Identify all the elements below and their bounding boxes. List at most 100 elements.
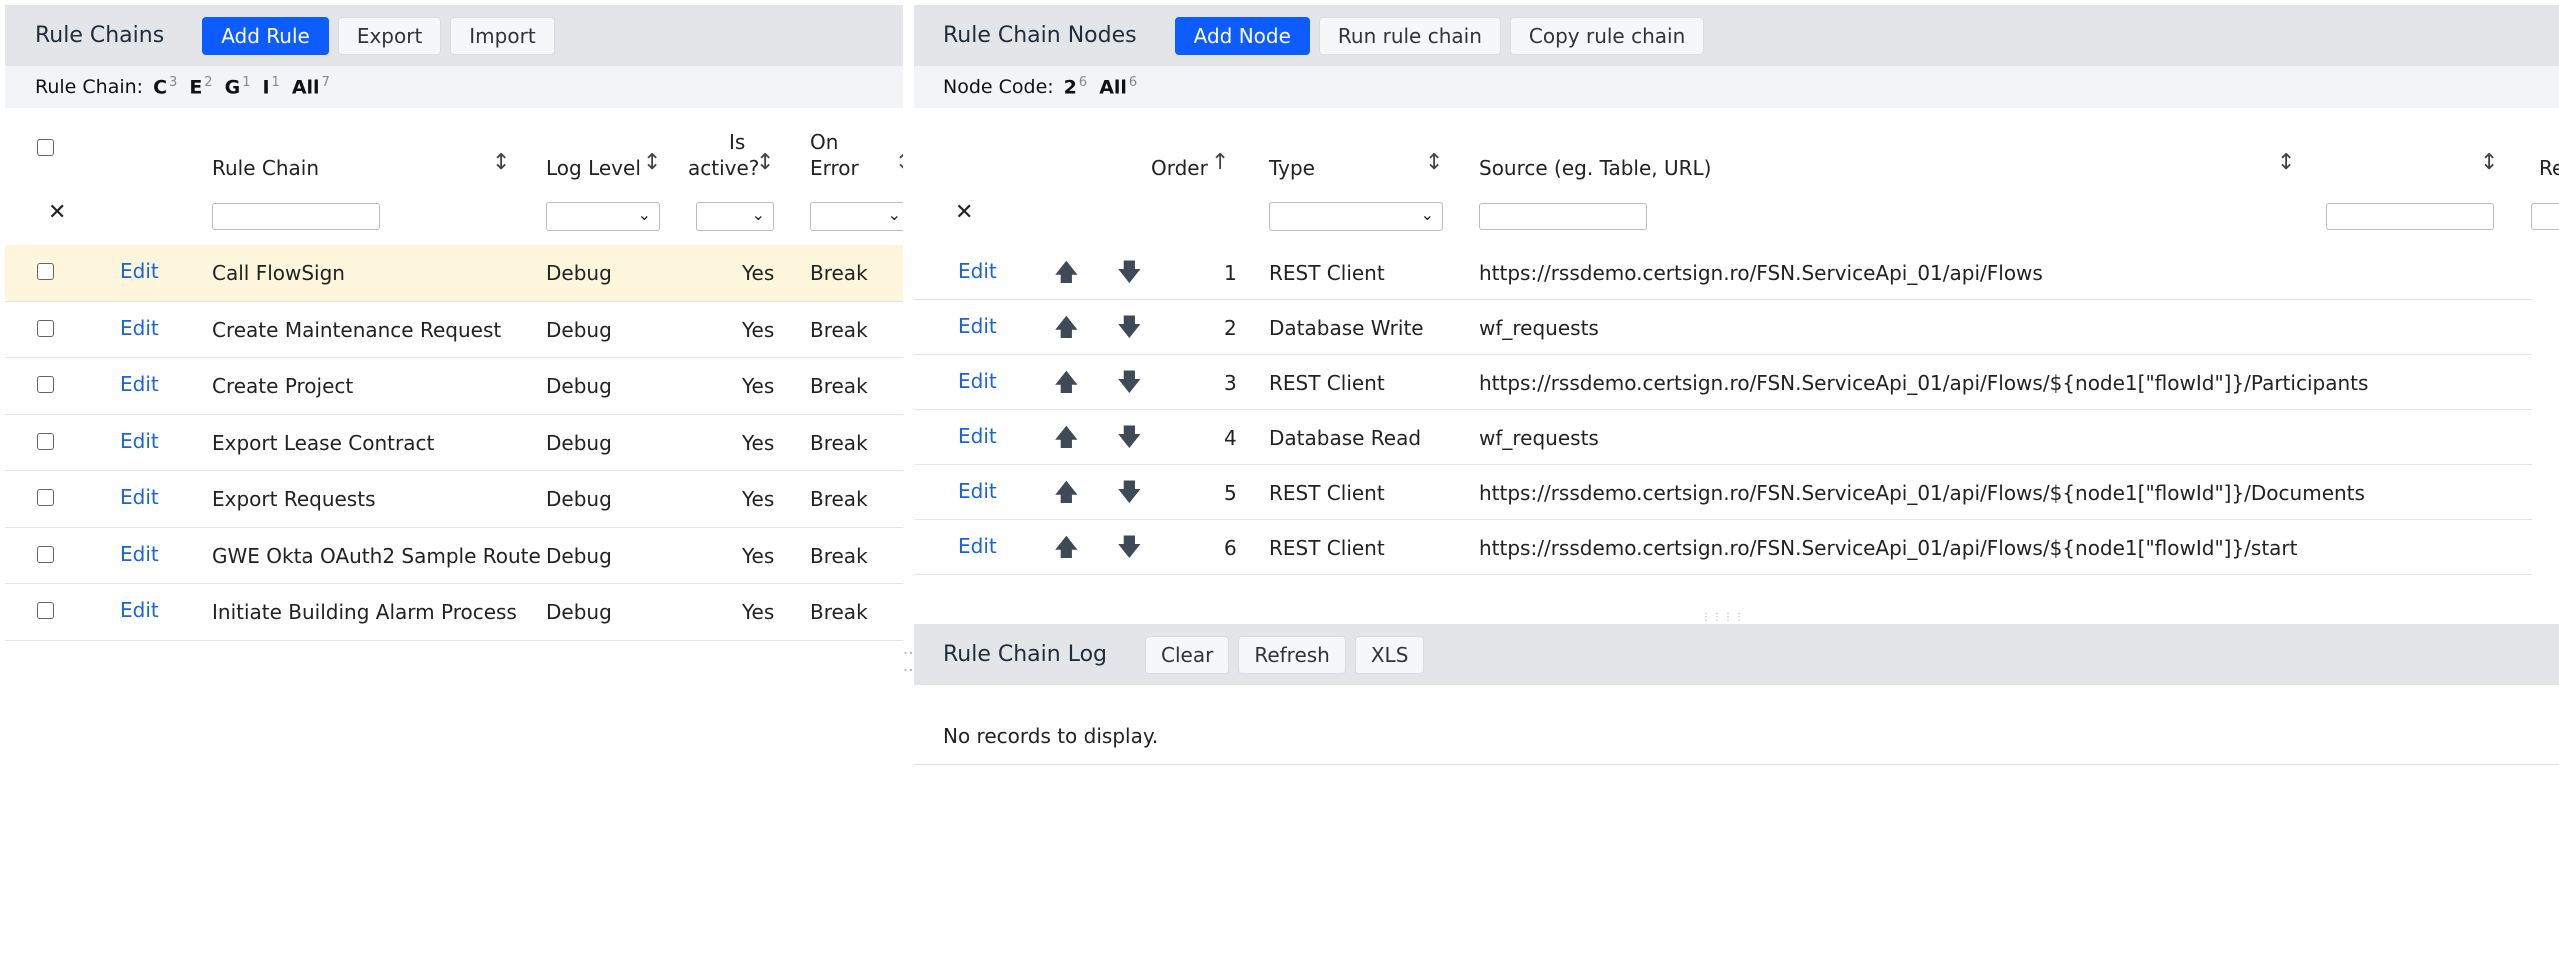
- source-filter-input[interactable]: [1479, 203, 1647, 230]
- move-up-icon[interactable]: 🡅: [1054, 310, 1079, 351]
- col-rule-chain[interactable]: Rule Chain: [212, 156, 319, 180]
- rule-chain-filter-bar: Rule Chain: C3 E2 G1 I1 All 7: [5, 66, 903, 108]
- col-extra[interactable]: Re: [2539, 156, 2559, 180]
- extra-filter-input-2[interactable]: [2531, 203, 2559, 230]
- is-active-value: Yes: [742, 317, 775, 342]
- clear-button[interactable]: Clear: [1145, 635, 1230, 674]
- node-code-filter-bar: Node Code: 26 All 6: [914, 66, 2559, 108]
- copy-rule-chain-button[interactable]: Copy rule chain: [1509, 16, 1705, 55]
- edit-link[interactable]: Edit: [120, 259, 159, 283]
- log-level-value: Debug: [546, 430, 612, 455]
- rule-chain-nodes-panel: Rule Chain Nodes Add Node Run rule chain…: [914, 5, 2559, 950]
- edit-link[interactable]: Edit: [120, 485, 159, 509]
- filter-chip-e[interactable]: E2: [189, 75, 212, 98]
- log-level-value: Debug: [546, 261, 612, 285]
- sort-icon[interactable]: ↕: [643, 150, 661, 175]
- add-rule-button[interactable]: Add Rule: [202, 16, 329, 55]
- rule-chains-toolbar: Rule Chains Add Rule Export Import: [5, 5, 903, 66]
- move-down-icon[interactable]: 🡇: [1117, 365, 1142, 406]
- row-checkbox[interactable]: [37, 489, 54, 506]
- add-node-button[interactable]: Add Node: [1174, 16, 1310, 55]
- sort-icon[interactable]: ↕: [1425, 150, 1443, 175]
- row-checkbox[interactable]: [37, 432, 54, 450]
- sort-icon[interactable]: ↕: [895, 150, 903, 175]
- run-rule-chain-button[interactable]: Run rule chain: [1318, 16, 1501, 55]
- move-down-icon[interactable]: 🡇: [1117, 530, 1142, 571]
- move-up-icon[interactable]: 🡅: [1054, 475, 1079, 516]
- export-button[interactable]: Export: [337, 16, 442, 55]
- move-up-icon[interactable]: 🡅: [1054, 365, 1079, 406]
- table-row: Edit GWE Okta OAuth2 Sample Route Debug Yes…: [5, 528, 903, 584]
- table-row: Edit Create Maintenance Request Debug Yes Br…: [5, 302, 903, 358]
- extra-filter-input[interactable]: [2326, 203, 2494, 230]
- clear-filter-icon[interactable]: ✕: [48, 200, 66, 225]
- filter-chip-g[interactable]: G1: [225, 75, 251, 98]
- sort-icon[interactable]: ↕: [2277, 150, 2295, 175]
- order-value: 2: [1224, 316, 1237, 340]
- move-down-icon[interactable]: 🡇: [1117, 310, 1142, 351]
- refresh-button[interactable]: Refresh: [1238, 635, 1346, 674]
- col-log-level[interactable]: Log Level: [546, 156, 641, 180]
- sort-icon[interactable]: ↕: [2480, 150, 2498, 175]
- xls-button[interactable]: XLS: [1354, 635, 1425, 674]
- col-on-error-line2[interactable]: Error: [810, 156, 859, 180]
- is-active-value: Yes: [742, 487, 775, 511]
- log-level-value: Debug: [546, 543, 612, 568]
- sort-icon[interactable]: ↕: [756, 150, 774, 175]
- horizontal-splitter[interactable]: ⋮⋮⋮⋮: [1701, 612, 1745, 623]
- order-value: 3: [1224, 371, 1237, 395]
- move-up-icon[interactable]: 🡅: [1054, 255, 1079, 296]
- filter-chip-all[interactable]: All 7: [292, 75, 330, 98]
- is-active-value: Yes: [742, 543, 775, 568]
- edit-link[interactable]: Edit: [120, 598, 159, 622]
- filter-label: Node Code:: [943, 76, 1054, 98]
- col-type[interactable]: Type: [1269, 156, 1315, 180]
- edit-link[interactable]: Edit: [958, 534, 997, 558]
- move-down-icon[interactable]: 🡇: [1117, 255, 1142, 296]
- log-level-value: Debug: [546, 487, 612, 511]
- filter-chip-i[interactable]: I1: [262, 75, 279, 98]
- col-source[interactable]: Source (eg. Table, URL): [1479, 156, 1711, 180]
- move-down-icon[interactable]: 🡇: [1117, 475, 1142, 516]
- table-row: Edit 🡅 🡇 6 REST Client https://rssdemo.certsi…: [914, 520, 2532, 575]
- filter-chip-2[interactable]: 26: [1064, 75, 1088, 98]
- type-filter-select[interactable]: ⌄: [1269, 202, 1443, 231]
- col-order[interactable]: Order: [1151, 156, 1208, 180]
- sort-up-icon[interactable]: ↑: [1211, 150, 1229, 175]
- rule-chain-filter-input[interactable]: [212, 203, 380, 230]
- edit-link[interactable]: Edit: [120, 429, 159, 453]
- is-active-filter-select[interactable]: ⌄: [696, 202, 774, 231]
- edit-link[interactable]: Edit: [958, 369, 997, 393]
- type-value: REST Client: [1269, 481, 1385, 505]
- move-up-icon[interactable]: 🡅: [1054, 420, 1079, 461]
- filter-chip-all[interactable]: All 6: [1099, 75, 1137, 98]
- source-value: wf_requests: [1479, 316, 1599, 340]
- row-checkbox[interactable]: [37, 319, 54, 337]
- edit-link[interactable]: Edit: [958, 314, 997, 338]
- edit-link[interactable]: Edit: [120, 542, 159, 566]
- row-checkbox[interactable]: [37, 602, 54, 619]
- sort-icon[interactable]: ↕: [492, 150, 510, 175]
- log-level-value: Debug: [546, 600, 612, 624]
- on-error-value: Break: [810, 600, 868, 624]
- col-on-error-line1: On: [810, 130, 839, 154]
- edit-link[interactable]: Edit: [120, 372, 159, 396]
- edit-link[interactable]: Edit: [958, 479, 997, 503]
- source-value: https://rssdemo.certsign.ro/FSN.ServiceA…: [1479, 371, 2369, 395]
- edit-link[interactable]: Edit: [958, 424, 997, 448]
- filter-chip-c[interactable]: C3: [153, 75, 177, 98]
- row-checkbox[interactable]: [37, 263, 54, 280]
- select-all-checkbox[interactable]: [37, 139, 54, 156]
- move-up-icon[interactable]: 🡅: [1054, 530, 1079, 571]
- col-is-active-line2[interactable]: active?: [688, 156, 759, 180]
- row-checkbox[interactable]: [37, 376, 54, 393]
- edit-link[interactable]: Edit: [120, 316, 159, 340]
- clear-filter-icon[interactable]: ✕: [955, 200, 973, 225]
- edit-link[interactable]: Edit: [958, 259, 997, 283]
- log-level-filter-select[interactable]: ⌄: [546, 202, 660, 231]
- row-checkbox[interactable]: [37, 545, 54, 563]
- import-button[interactable]: Import: [450, 16, 555, 55]
- on-error-filter-select[interactable]: ⌄: [810, 202, 903, 231]
- move-down-icon[interactable]: 🡇: [1117, 420, 1142, 461]
- chevron-down-icon: ⌄: [637, 205, 651, 224]
